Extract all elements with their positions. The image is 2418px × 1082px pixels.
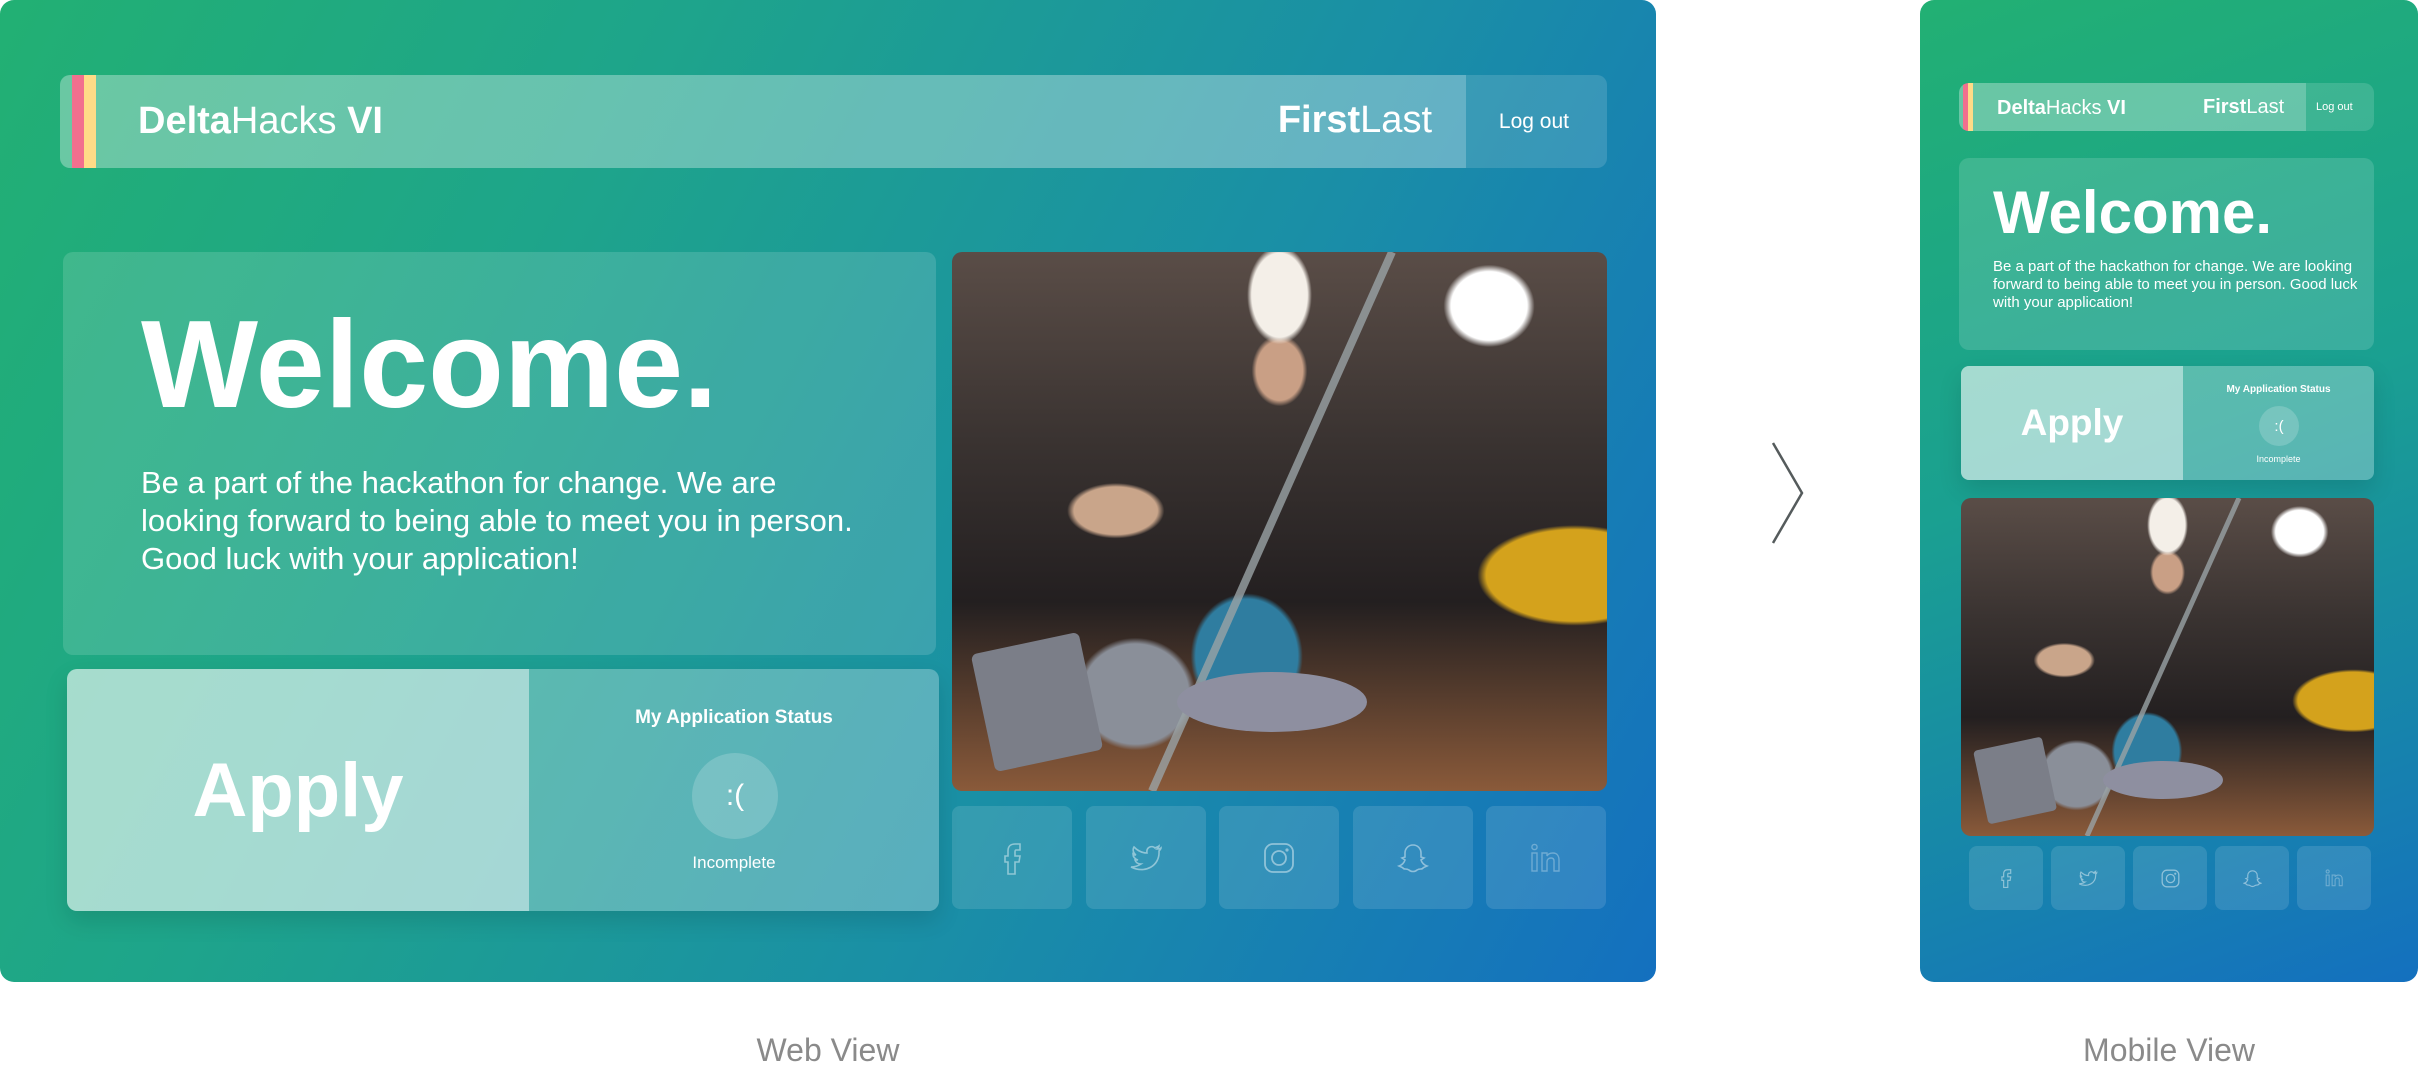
- apply-label: Apply: [2020, 402, 2124, 443]
- web-view-panel: DeltaHacks VI FirstLast Log out Welcome.…: [0, 0, 1656, 982]
- mobile-view-panel: DeltaHacks VI FirstLast Log out Welcome.…: [1920, 0, 2418, 982]
- brand-logo[interactable]: DeltaHacks VI: [1997, 97, 2126, 119]
- web-view-caption: Web View: [756, 1032, 900, 1068]
- status-heading: My Application Status: [2226, 384, 2331, 395]
- hackathon-photo: [952, 252, 1607, 791]
- facebook-button[interactable]: [1969, 846, 2043, 910]
- status-value: Incomplete: [692, 853, 776, 872]
- mobile-view-caption: Mobile View: [2083, 1032, 2255, 1068]
- welcome-title: Welcome.: [141, 296, 718, 434]
- welcome-message: Be a part of the hackathon for change. W…: [1993, 258, 2358, 311]
- brand-logo[interactable]: DeltaHacks VI: [138, 101, 383, 141]
- apply-button[interactable]: Apply: [1961, 366, 2183, 480]
- linkedin-button[interactable]: [1486, 806, 1606, 909]
- twitter-button[interactable]: [1086, 806, 1206, 909]
- instagram-icon: [2161, 869, 2179, 887]
- hackathon-photo: [1961, 498, 2374, 836]
- instagram-icon: [1264, 842, 1294, 873]
- facebook-button[interactable]: [952, 806, 1072, 909]
- linkedin-icon: [2325, 869, 2343, 887]
- status-heading: My Application Status: [635, 707, 833, 728]
- facebook-icon: [1004, 842, 1021, 875]
- status-face-icon: :(: [692, 753, 778, 839]
- instagram-button[interactable]: [1219, 806, 1339, 909]
- welcome-card: Welcome. Be a part of the hackathon for …: [1959, 158, 2374, 350]
- snapchat-button[interactable]: [1353, 806, 1473, 909]
- welcome-title: Welcome.: [1993, 179, 2272, 246]
- facebook-icon: [2001, 869, 2012, 888]
- status-face-icon: :(: [2259, 406, 2299, 446]
- snapchat-icon: [2242, 869, 2262, 887]
- instagram-button[interactable]: [2133, 846, 2207, 910]
- chevron-right-icon: [1771, 442, 1804, 544]
- application-card: Apply My Application Status :( Incomplet…: [1961, 366, 2374, 480]
- welcome-message: Be a part of the hackathon for change. W…: [141, 465, 853, 576]
- application-card: Apply My Application Status :( Incomplet…: [67, 669, 939, 911]
- apply-label: Apply: [192, 747, 404, 833]
- linkedin-button[interactable]: [2297, 846, 2371, 910]
- twitter-button[interactable]: [2051, 846, 2125, 910]
- twitter-icon: [2078, 869, 2098, 886]
- apply-button[interactable]: Apply: [67, 669, 529, 911]
- logout-button[interactable]: Log out: [1499, 110, 1569, 134]
- twitter-icon: [1130, 843, 1162, 870]
- snapchat-icon: [1397, 843, 1429, 872]
- status-value: Incomplete: [2256, 454, 2301, 464]
- linkedin-icon: [1531, 843, 1560, 872]
- user-name[interactable]: FirstLast: [1278, 100, 1432, 140]
- nav-bar-mobile: DeltaHacks VI FirstLast Log out: [1959, 83, 2374, 131]
- welcome-card: Welcome. Be a part of the hackathon for …: [63, 252, 936, 655]
- snapchat-button[interactable]: [2215, 846, 2289, 910]
- user-name[interactable]: FirstLast: [2203, 96, 2284, 118]
- logout-button[interactable]: Log out: [2316, 101, 2353, 113]
- nav-bar: DeltaHacks VI FirstLast Log out: [60, 75, 1607, 168]
